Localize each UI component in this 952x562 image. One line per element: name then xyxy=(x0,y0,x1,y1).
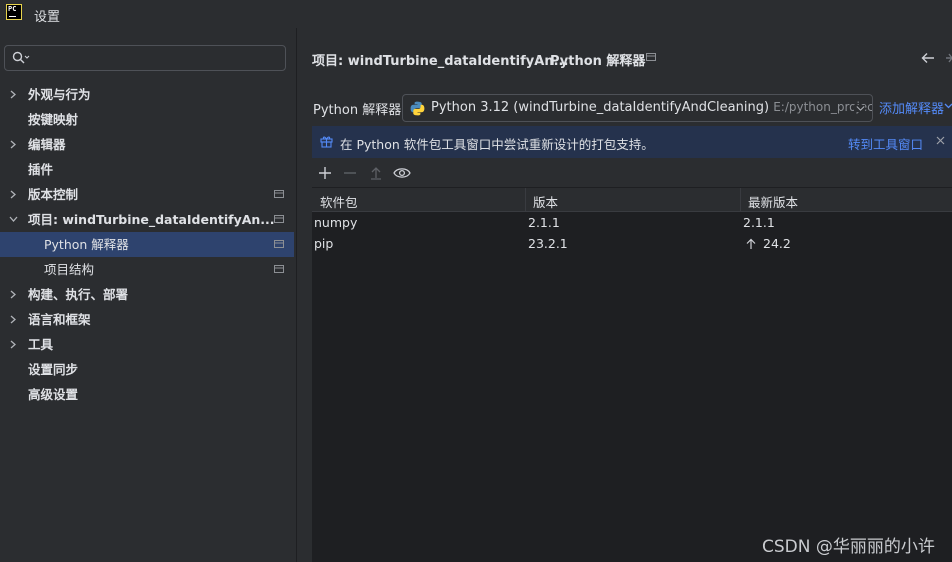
settings-main-panel: 项目: windTurbine_dataIdentifyAn... › Pyth… xyxy=(297,28,952,562)
arrow-up-icon xyxy=(746,238,756,249)
sidebar-item-settings-sync[interactable]: 设置同步 xyxy=(0,357,294,382)
breadcrumb-project[interactable]: 项目: windTurbine_dataIdentifyAn... xyxy=(312,50,568,69)
sidebar-item-label: 按键映射 xyxy=(28,112,79,127)
sidebar-item-label: Python 解释器 xyxy=(44,237,129,252)
project-scope-icon xyxy=(646,53,656,61)
sidebar-item-version-control[interactable]: 版本控制 xyxy=(0,182,294,207)
project-scope-icon xyxy=(274,215,284,223)
add-interpreter-button[interactable]: 添加解释器 xyxy=(879,98,944,117)
sidebar-item-python-interpreter[interactable]: Python 解释器 xyxy=(0,232,294,257)
chevron-right-icon[interactable] xyxy=(9,90,17,99)
sidebar-item-keymap[interactable]: 按键映射 xyxy=(0,107,294,132)
package-name: numpy xyxy=(314,215,358,230)
sidebar-item-label: 设置同步 xyxy=(28,362,79,377)
notification-banner: 在 Python 软件包工具窗口中尝试重新设计的打包支持。 转到工具窗口 xyxy=(312,126,952,158)
watermark: CSDN @华丽丽的小许 xyxy=(762,537,935,557)
sidebar-item-label: 插件 xyxy=(28,162,54,177)
sidebar-item-plugins[interactable]: 插件 xyxy=(0,157,294,182)
sidebar-item-label: 外观与行为 xyxy=(28,87,91,102)
sidebar-item-build[interactable]: 构建、执行、部署 xyxy=(0,282,294,307)
open-tool-window-link[interactable]: 转到工具窗口 xyxy=(848,134,923,153)
title-bar: PC 设置 xyxy=(0,0,952,28)
python-icon xyxy=(410,101,425,116)
table-row[interactable]: pip 23.2.1 24.2 xyxy=(312,234,952,255)
chevron-right-icon[interactable] xyxy=(9,340,17,349)
breadcrumb-separator: › xyxy=(536,51,541,65)
sidebar-item-label: 构建、执行、部署 xyxy=(28,287,129,302)
chevron-right-icon[interactable] xyxy=(9,315,17,324)
package-latest: 24.2 xyxy=(763,236,791,251)
sidebar-item-languages[interactable]: 语言和框架 xyxy=(0,307,294,332)
close-icon[interactable] xyxy=(936,136,945,145)
column-header-latest[interactable]: 最新版本 xyxy=(748,192,798,211)
chevron-down-icon[interactable] xyxy=(944,103,952,109)
back-arrow-icon[interactable] xyxy=(921,52,935,64)
package-version: 2.1.1 xyxy=(528,215,560,230)
gift-icon xyxy=(320,136,333,148)
settings-sidebar: 外观与行为 按键映射 编辑器 插件 版本控制 项目: windTurbine_d… xyxy=(0,28,296,562)
minus-icon[interactable] xyxy=(343,166,357,180)
interpreter-name: Python 3.12 (windTurbine_dataIdentifyAnd… xyxy=(431,100,770,115)
column-divider xyxy=(525,188,526,212)
sidebar-item-label: 版本控制 xyxy=(28,187,79,202)
sidebar-item-editor[interactable]: 编辑器 xyxy=(0,132,294,157)
package-panel: 软件包 版本 最新版本 numpy 2.1.1 2.1.1 pip 23.2.1… xyxy=(312,161,952,562)
forward-arrow-icon[interactable] xyxy=(945,52,952,64)
sidebar-item-project[interactable]: 项目: windTurbine_dataIdentifyAn... xyxy=(0,207,294,232)
package-toolbar xyxy=(312,161,952,187)
interpreter-label: Python 解释器: xyxy=(313,103,406,118)
sidebar-item-label: 语言和框架 xyxy=(28,312,91,327)
breadcrumb-current: Python 解释器 xyxy=(550,54,646,69)
window-title: 设置 xyxy=(34,10,61,25)
search-icon xyxy=(12,51,30,64)
column-header-version[interactable]: 版本 xyxy=(533,192,558,211)
package-version: 23.2.1 xyxy=(528,236,568,251)
plus-icon[interactable] xyxy=(318,166,332,180)
eye-icon[interactable] xyxy=(393,167,411,179)
sidebar-item-label: 项目结构 xyxy=(44,262,95,277)
package-table-header: 软件包 版本 最新版本 xyxy=(312,188,952,212)
chevron-down-icon[interactable] xyxy=(854,105,865,112)
sidebar-item-label: 项目: windTurbine_dataIdentifyAn... xyxy=(28,212,275,227)
sidebar-item-tools[interactable]: 工具 xyxy=(0,332,294,357)
chevron-right-icon[interactable] xyxy=(9,290,17,299)
package-name: pip xyxy=(314,236,334,251)
sidebar-item-label: 高级设置 xyxy=(28,387,79,402)
settings-tree: 外观与行为 按键映射 编辑器 插件 版本控制 项目: windTurbine_d… xyxy=(0,82,294,407)
app-logo-icon: PC xyxy=(6,4,22,20)
banner-message: 在 Python 软件包工具窗口中尝试重新设计的打包支持。 xyxy=(340,137,654,152)
column-header-package[interactable]: 软件包 xyxy=(320,192,358,211)
project-scope-icon xyxy=(274,265,284,273)
chevron-down-icon[interactable] xyxy=(9,215,18,223)
sidebar-item-appearance[interactable]: 外观与行为 xyxy=(0,82,294,107)
project-scope-icon xyxy=(274,240,284,248)
chevron-right-icon[interactable] xyxy=(9,140,17,149)
interpreter-value: Python 3.12 (windTurbine_dataIdentifyAnd… xyxy=(431,100,872,115)
interpreter-select[interactable]: Python 3.12 (windTurbine_dataIdentifyAnd… xyxy=(402,94,873,122)
search-input[interactable] xyxy=(35,48,280,68)
settings-search-box[interactable] xyxy=(4,45,286,71)
sidebar-item-label: 工具 xyxy=(28,337,54,352)
table-row[interactable]: numpy 2.1.1 2.1.1 xyxy=(312,213,952,234)
sidebar-item-label: 编辑器 xyxy=(28,137,66,152)
chevron-right-icon[interactable] xyxy=(9,190,17,199)
project-scope-icon xyxy=(274,190,284,198)
package-latest: 2.1.1 xyxy=(743,215,775,230)
column-divider xyxy=(740,188,741,212)
sidebar-item-advanced-settings[interactable]: 高级设置 xyxy=(0,382,294,407)
sidebar-item-project-structure[interactable]: 项目结构 xyxy=(0,257,294,282)
upgrade-icon[interactable] xyxy=(370,166,382,180)
